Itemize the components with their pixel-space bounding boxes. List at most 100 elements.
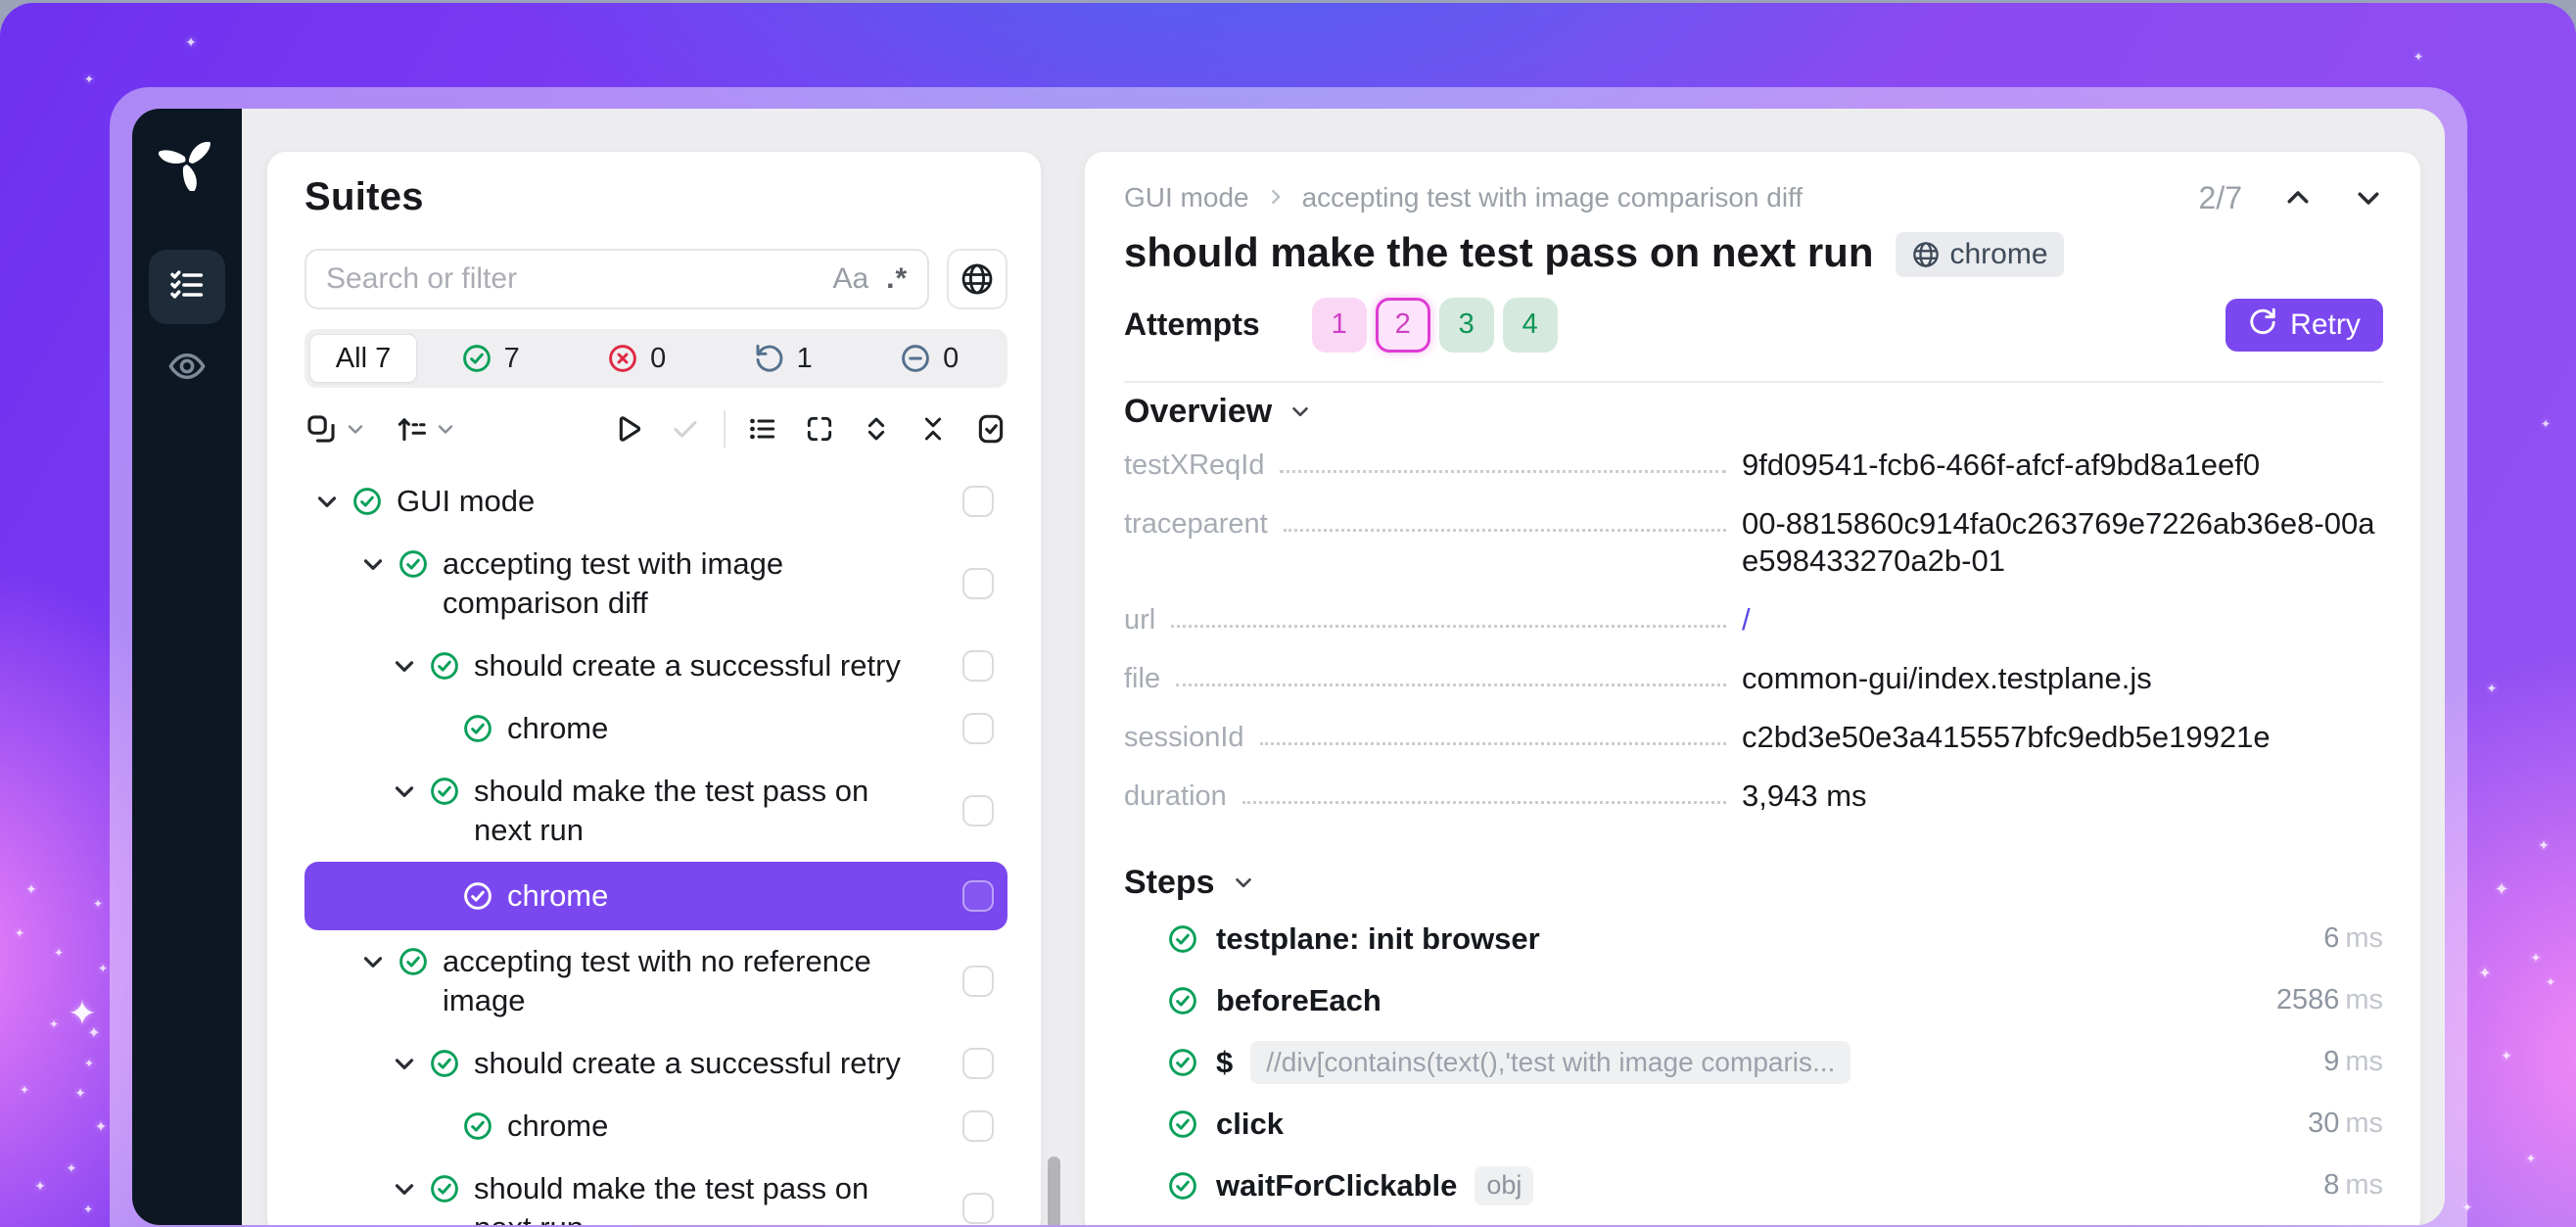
retry-button-label: Retry	[2290, 308, 2361, 342]
sparkle-decoration: ✦	[2526, 1153, 2537, 1165]
sparkle-decoration: ✦	[2478, 967, 2491, 982]
tree-item-checkbox[interactable]	[962, 880, 994, 912]
chevron-down-icon[interactable]	[358, 549, 388, 579]
tree-item-checkbox[interactable]	[962, 1048, 994, 1079]
accept-button[interactable]	[669, 412, 702, 446]
filter-tab-passed[interactable]: 7	[417, 343, 564, 375]
sidebar-item-visual-checks[interactable]	[149, 338, 225, 399]
tree-row[interactable]: GUI mode	[304, 470, 1007, 533]
chevron-down-icon[interactable]	[390, 1174, 419, 1203]
tree-row[interactable]: should make the test pass on next run	[304, 1157, 1007, 1225]
sparkle-decoration: ✦	[2413, 51, 2423, 63]
tree-item-checkbox[interactable]	[962, 966, 994, 997]
regex-toggle[interactable]: .*	[886, 262, 908, 296]
app-window: Suites Aa .* All 77010	[132, 109, 2445, 1225]
step-row[interactable]: click30ms	[1124, 1093, 2383, 1155]
overview-row: url/	[1124, 601, 2383, 638]
sidebar	[132, 109, 242, 1225]
step-duration: 8ms	[2323, 1169, 2383, 1202]
tree-item-checkbox[interactable]	[962, 650, 994, 682]
sort-button[interactable]	[395, 412, 457, 446]
chevron-right-icon	[1265, 183, 1287, 214]
sparkle-decoration: ✦	[185, 35, 197, 49]
overview-section-header[interactable]: Overview	[1124, 391, 1313, 433]
tree-item-checkbox[interactable]	[962, 486, 994, 517]
list-view-button[interactable]	[747, 413, 778, 445]
attempt-pill-3[interactable]: 3	[1439, 298, 1494, 353]
status-passed-icon	[1167, 923, 1198, 955]
step-row[interactable]: waitForClickableobj8ms	[1124, 1155, 2383, 1216]
tree-row[interactable]: accepting test with no reference image	[304, 930, 1007, 1032]
steps-section-header[interactable]: Steps	[1124, 862, 1256, 904]
tree-row[interactable]: chrome	[304, 1095, 1007, 1157]
attempt-pill-4[interactable]: 4	[1503, 298, 1558, 353]
filter-tab-retried[interactable]: 1	[710, 343, 857, 375]
previous-test-button[interactable]	[2283, 183, 2313, 212]
status-passed-icon	[398, 548, 429, 580]
tree-item-checkbox[interactable]	[962, 1193, 994, 1224]
filter-tab-all[interactable]: All 7	[309, 334, 417, 383]
scrollbar-thumb[interactable]	[1048, 1156, 1060, 1225]
chevron-down-icon[interactable]	[312, 487, 342, 516]
attempt-pill-2[interactable]: 2	[1376, 298, 1430, 353]
status-passed-icon	[429, 1173, 460, 1204]
test-pager: 2/7	[2199, 180, 2383, 216]
chevron-down-icon	[1288, 395, 1313, 433]
match-case-toggle[interactable]: Aa	[832, 262, 868, 296]
globe-icon	[1911, 240, 1941, 269]
browser-filter-button[interactable]	[947, 249, 1007, 309]
sidebar-item-suites[interactable]	[149, 250, 225, 324]
duration-value: 9	[2323, 1046, 2339, 1077]
tree-row[interactable]: chrome	[304, 697, 1007, 760]
chevron-down-icon[interactable]	[390, 651, 419, 681]
chevron-down-icon[interactable]	[358, 947, 388, 976]
chevron-down-icon	[1231, 866, 1256, 904]
chevron-down-icon[interactable]	[390, 777, 419, 806]
run-button[interactable]	[610, 412, 643, 446]
filter-tab-failed[interactable]: 0	[564, 343, 711, 375]
filter-tab-skipped[interactable]: 0	[857, 343, 1004, 375]
sparkle-decoration: ✦	[84, 73, 94, 85]
tree-row[interactable]: should make the test pass on next run	[304, 760, 1007, 862]
collapse-all-button[interactable]	[917, 413, 949, 445]
select-all-checkbox-button[interactable]	[974, 412, 1007, 446]
tree-item-checkbox[interactable]	[962, 795, 994, 826]
tree-row[interactable]: accepting test with image comparison dif…	[304, 533, 1007, 635]
expand-all-button[interactable]	[861, 413, 892, 445]
step-row[interactable]: $//div[contains(text(),'test with image …	[1124, 1031, 2383, 1093]
sparkle-decoration: ✦	[2487, 683, 2498, 695]
search-input[interactable]	[326, 262, 815, 296]
status-passed-icon	[398, 946, 429, 977]
sparkle-decoration: ✦	[49, 1018, 59, 1030]
focus-button[interactable]	[804, 413, 835, 445]
test-details-panel: GUI mode accepting test with image compa…	[1084, 151, 2421, 1225]
check-icon	[669, 412, 702, 446]
duration-value: 6	[2323, 922, 2339, 954]
sparkle-decoration: ✦	[15, 927, 24, 939]
breadcrumb-item[interactable]: accepting test with image comparison dif…	[1302, 182, 1803, 213]
tree-item-checkbox[interactable]	[962, 568, 994, 599]
attempt-pill-1[interactable]: 1	[1312, 298, 1367, 353]
status-passed-icon	[429, 650, 460, 682]
tree-item-checkbox[interactable]	[962, 713, 994, 744]
step-duration: 2586ms	[2276, 984, 2383, 1016]
step-row[interactable]: beforeEach2586ms	[1124, 969, 2383, 1031]
chevron-down-icon	[344, 417, 367, 441]
group-by-button[interactable]	[304, 412, 367, 446]
chevron-down-icon[interactable]	[390, 1049, 419, 1078]
next-test-button[interactable]	[2354, 183, 2383, 212]
tree-row[interactable]: should create a successful retry	[304, 635, 1007, 697]
breadcrumb-item[interactable]: GUI mode	[1124, 182, 1249, 213]
tree-row[interactable]: chrome	[304, 862, 1007, 930]
tree-row[interactable]: should create a successful retry	[304, 1032, 1007, 1095]
overview-row-label: sessionId	[1124, 719, 1244, 756]
hero-background: ✦✦✦✦✦✦✦✦✦✦✦✦✦✦✦✦✦✦✦✦✦✦✦✦✦✦✦✦	[0, 3, 2576, 1227]
minus-circle-icon	[900, 343, 931, 374]
duration-value: 8	[2323, 1169, 2339, 1201]
retry-button[interactable]: Retry	[2225, 299, 2383, 352]
tree-item-checkbox[interactable]	[962, 1110, 994, 1142]
filter-count: 7	[504, 343, 520, 375]
overview-row-value[interactable]: /	[1742, 601, 2383, 638]
step-row[interactable]: testplane: init browser6ms	[1124, 908, 2383, 969]
test-title: should make the test pass on next run	[1124, 229, 1874, 276]
